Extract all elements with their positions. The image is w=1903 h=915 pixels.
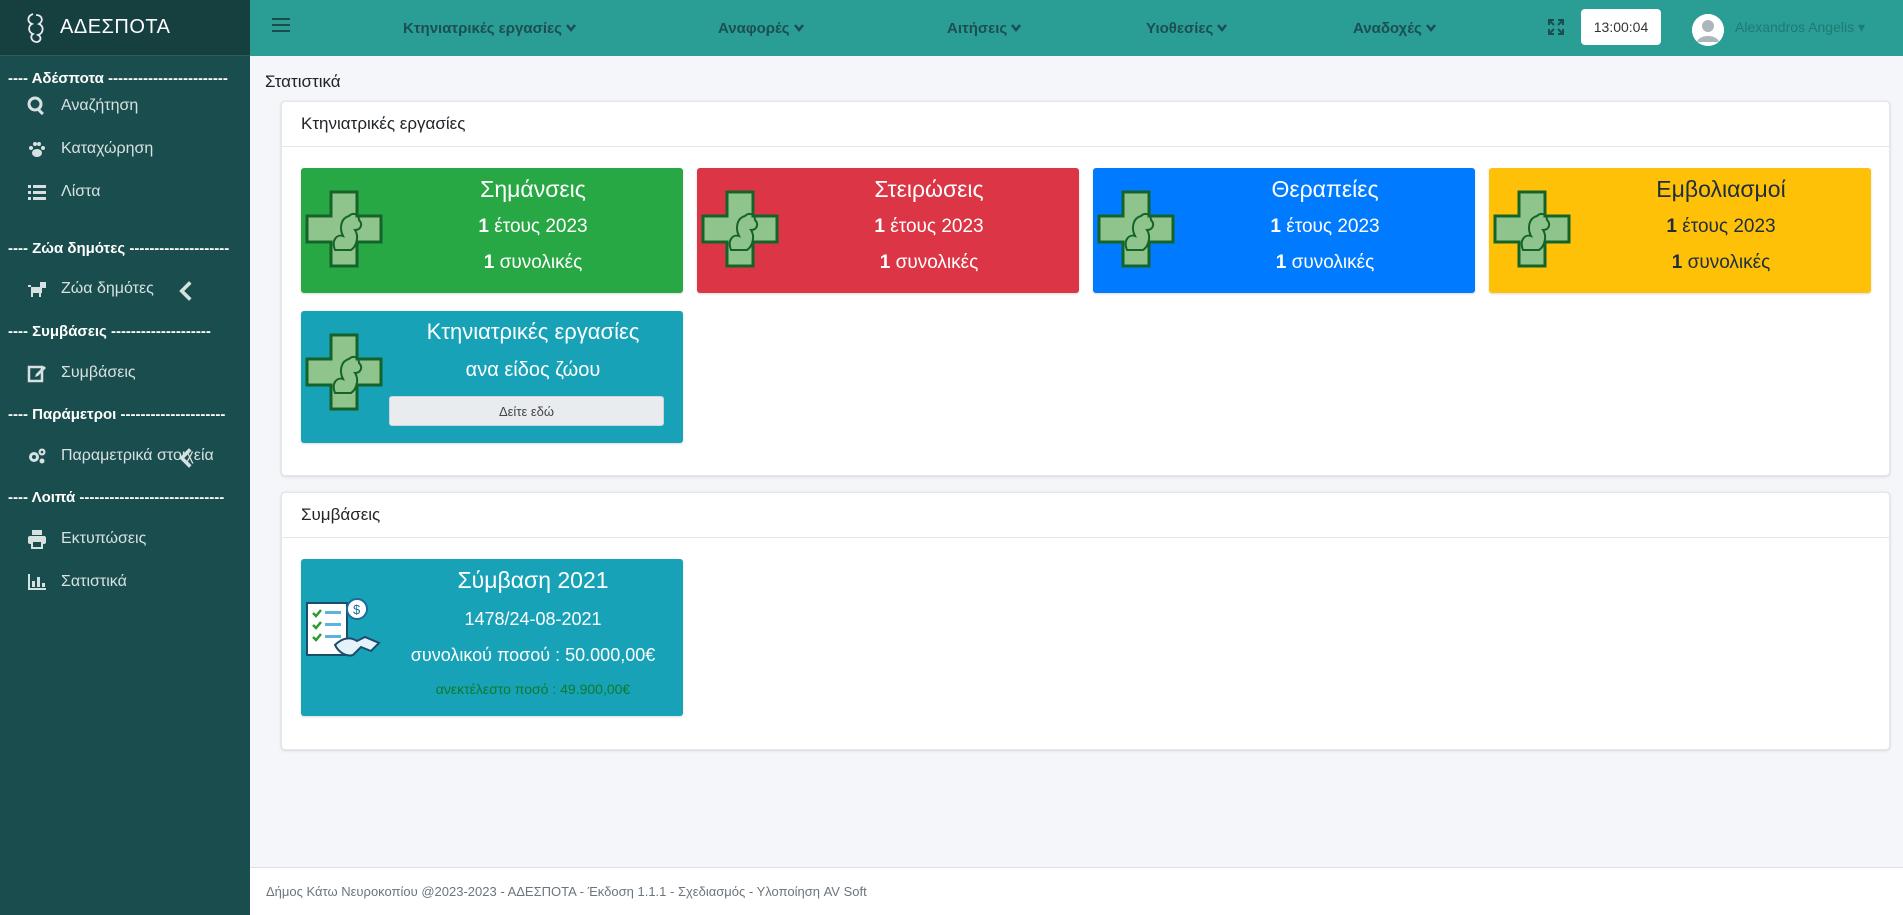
see-here-button[interactable]: Δείτε εδώ: [389, 396, 664, 426]
footer: Δήμος Κάτω Νευροκοπίου @2023-2023 - ΑΔΕΣ…: [250, 867, 1903, 915]
brand[interactable]: ΑΔΕΣΠΟΤΑ: [0, 0, 250, 56]
tile-year-line: 1 έτους 2023: [478, 216, 588, 237]
sidebar-item-label: Αναζήτηση: [61, 96, 139, 114]
chart-bar-icon: [28, 573, 46, 590]
dog-icon: [28, 281, 46, 297]
chevron-down-icon: [1425, 24, 1436, 32]
user-name: Alexandros Angelis: [1735, 19, 1855, 35]
tile-year-line: 1 έτους 2023: [1666, 216, 1776, 237]
sidebar-item-parameters[interactable]: Παραμετρικά στοιχεία: [0, 434, 250, 477]
contract-handshake-icon: $: [306, 598, 381, 657]
tile-total-line: 1 συνολικές: [1275, 252, 1375, 273]
stat-tile-by-species: Κτηνιατρικές εργασίες ανα είδος ζώου Δεί…: [301, 311, 683, 443]
vet-cross-icon: [701, 190, 779, 268]
sidebar-section-parameters: ---- Παράμετροι ---------------------: [8, 406, 226, 423]
print-icon: [28, 529, 46, 549]
chevron-down-icon: [1217, 24, 1228, 32]
tile-total-line: 1 συνολικές: [879, 252, 979, 273]
sidebar-item-search[interactable]: Αναζήτηση: [0, 84, 250, 127]
nav-menu-label: Αιτήσεις: [947, 19, 1008, 37]
top-navbar: Κτηνιατρικές εργασίες Αναφορές Αιτήσεις …: [250, 0, 1903, 56]
sidebar-item-prints[interactable]: Εκτυπώσεις: [0, 517, 250, 560]
chevron-down-icon: [566, 24, 576, 32]
chevron-down-icon: ▾: [1857, 19, 1865, 35]
nav-menu-applications[interactable]: Αιτήσεις: [947, 0, 1022, 56]
tile-title: Στειρώσεις: [874, 176, 984, 202]
chevron-left-icon: [179, 281, 192, 301]
menu-toggle-icon[interactable]: [272, 18, 290, 34]
contract-total: συνολικού ποσού : 50.000,00€: [410, 645, 656, 665]
tile-year-line: 1 έτους 2023: [874, 216, 984, 237]
sidebar-item-register[interactable]: Καταχώρηση: [0, 127, 250, 170]
tile-title: Κτηνιατρικές εργασίες: [426, 319, 640, 344]
sidebar-item-statistics[interactable]: Σατιστικά: [0, 560, 250, 603]
stat-tile-vaccinations: Εμβολιασμοί 1 έτους 2023 1 συνολικές: [1489, 168, 1871, 293]
tile-title: Σημάνσεις: [480, 176, 586, 202]
vet-cross-icon: [1097, 190, 1175, 268]
sidebar: ΑΔΕΣΠΟΤΑ ---- Αδέσποτα -----------------…: [0, 0, 250, 915]
svg-text:$: $: [353, 602, 361, 617]
cogs-icon: [29, 448, 46, 463]
sidebar-item-label: Λίστα: [61, 182, 101, 200]
sidebar-item-label: Εκτυπώσεις: [61, 529, 147, 547]
page-title: Στατιστικά: [265, 72, 341, 91]
nav-menu-label: Αναδοχές: [1353, 19, 1422, 37]
tile-total-line: 1 συνολικές: [483, 252, 583, 273]
user-avatar-icon[interactable]: [1692, 14, 1724, 46]
sidebar-section-pets: ---- Ζώα δημότες --------------------: [8, 240, 230, 257]
card-header: Κτηνιατρικές εργασίες: [282, 102, 1889, 147]
sidebar-item-pets[interactable]: Ζώα δημότες: [0, 267, 250, 310]
tile-title: Εμβολιασμοί: [1656, 176, 1786, 202]
vet-cross-icon: [305, 190, 383, 268]
edit-icon: [27, 365, 46, 382]
tile-year-line: 1 έτους 2023: [1270, 216, 1380, 237]
tile-total-line: 1 συνολικές: [1671, 252, 1771, 273]
contract-title: Σύμβαση 2021: [457, 567, 609, 593]
contract-tile: $ Σύμβαση 2021 1478/24-08-2021 συνολικού…: [301, 559, 683, 716]
sidebar-section-other: ---- Λοιπά -----------------------------: [8, 489, 225, 506]
logo-icon: [27, 12, 44, 43]
sidebar-section-contracts: ---- Συμβάσεις --------------------: [8, 323, 211, 340]
chevron-left-icon: [179, 448, 192, 468]
tile-subtitle: ανα είδος ζώου: [465, 359, 601, 381]
brand-title: ΑΔΕΣΠΟΤΑ: [60, 16, 171, 38]
sidebar-item-label: Σατιστικά: [61, 572, 127, 590]
footer-text: Δήμος Κάτω Νευροκοπίου @2023-2023 - ΑΔΕΣ…: [266, 884, 867, 899]
clock-display: 13:00:04: [1581, 9, 1661, 45]
sidebar-item-label: Ζώα δημότες: [61, 279, 154, 297]
contract-reference: 1478/24-08-2021: [464, 609, 602, 629]
nav-menu-label: Αναφορές: [718, 19, 790, 37]
contract-unfinished-amount: ανεκτέλεστο ποσό : 49.900,00€: [435, 681, 631, 697]
nav-menu-label: Υιοθεσίες: [1146, 19, 1214, 37]
stat-tile-markings: Σημάνσεις 1 έτους 2023 1 συνολικές: [301, 168, 683, 293]
sidebar-item-label: Συμβάσεις: [61, 363, 136, 381]
search-icon: [27, 96, 44, 115]
vet-cross-icon: [305, 333, 383, 411]
stat-tile-treatments: Θεραπείες 1 έτους 2023 1 συνολικές: [1093, 168, 1475, 293]
chevron-down-icon: [793, 24, 804, 32]
nav-menu-reports[interactable]: Αναφορές: [718, 0, 804, 56]
nav-menu-adoptions[interactable]: Υιοθεσίες: [1146, 0, 1228, 56]
card-header: Συμβάσεις: [282, 493, 1889, 538]
fullscreen-icon[interactable]: [1548, 19, 1564, 35]
tile-title: Θεραπείες: [1271, 176, 1379, 202]
nav-menu-vet-tasks[interactable]: Κτηνιατρικές εργασίες: [403, 0, 576, 56]
nav-menu-fostering[interactable]: Αναδοχές: [1353, 0, 1436, 56]
vet-cross-icon: [1493, 190, 1571, 268]
sidebar-item-list[interactable]: Λίστα: [0, 170, 250, 213]
nav-menu-label: Κτηνιατρικές εργασίες: [403, 19, 562, 37]
stat-tile-sterilizations: Στειρώσεις 1 έτους 2023 1 συνολικές: [697, 168, 1079, 293]
contracts-card: Συμβάσεις $ Σύμβαση 2021 1478/24-08-2021…: [281, 492, 1890, 750]
paw-icon: [29, 141, 45, 157]
chevron-down-icon: [1011, 24, 1022, 32]
vet-tasks-card: Κτηνιατρικές εργασίες Σημάνσεις 1 έτους …: [281, 101, 1890, 476]
sidebar-item-label: Καταχώρηση: [61, 139, 154, 157]
user-menu[interactable]: Alexandros Angelis ▾: [1735, 19, 1865, 36]
list-icon: [28, 184, 46, 200]
sidebar-item-contracts[interactable]: Συμβάσεις: [0, 351, 250, 394]
